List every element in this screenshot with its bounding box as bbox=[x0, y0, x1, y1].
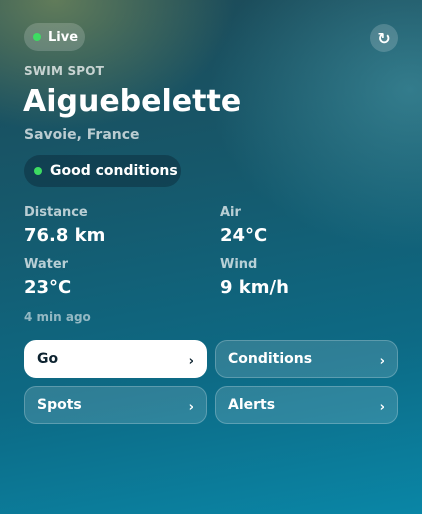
live-label: Live bbox=[48, 29, 79, 45]
alerts-button[interactable]: Alerts › bbox=[215, 386, 398, 424]
go-button-label: Go bbox=[37, 351, 59, 367]
air-label: Air bbox=[220, 205, 241, 220]
wind-value: 9 km/h bbox=[220, 277, 289, 298]
chevron-right-icon: › bbox=[379, 353, 385, 369]
alerts-button-label: Alerts bbox=[228, 397, 276, 413]
conditions-label: Good conditions bbox=[50, 163, 178, 179]
go-button[interactable]: Go › bbox=[24, 340, 207, 378]
last-updated: 4 min ago bbox=[24, 310, 91, 324]
wind-label: Wind bbox=[220, 257, 258, 272]
chevron-right-icon: › bbox=[188, 399, 194, 415]
spots-button-label: Spots bbox=[37, 397, 82, 413]
live-badge: Live bbox=[24, 23, 85, 51]
refresh-button[interactable]: ↻ bbox=[370, 24, 398, 52]
conditions-button-label: Conditions bbox=[228, 351, 313, 367]
air-value: 24°C bbox=[220, 225, 268, 246]
water-value: 23°C bbox=[24, 277, 72, 298]
conditions-status-dot bbox=[34, 167, 42, 175]
spot-name: Aiguebelette bbox=[23, 84, 242, 119]
distance-value: 76.8 km bbox=[24, 225, 106, 246]
chevron-right-icon: › bbox=[379, 399, 385, 415]
chevron-right-icon: › bbox=[188, 353, 194, 369]
live-status-dot bbox=[33, 33, 41, 41]
spots-button[interactable]: Spots › bbox=[24, 386, 207, 424]
conditions-badge: Good conditions bbox=[24, 155, 181, 187]
distance-label: Distance bbox=[24, 205, 88, 220]
swim-spot-card: Live ↻ SWIM SPOT Aiguebelette Savoie, Fr… bbox=[0, 0, 422, 514]
spot-location: Savoie, France bbox=[24, 127, 140, 143]
refresh-icon: ↻ bbox=[377, 28, 391, 48]
section-eyebrow: SWIM SPOT bbox=[24, 64, 105, 78]
water-label: Water bbox=[24, 257, 69, 272]
conditions-button[interactable]: Conditions › bbox=[215, 340, 398, 378]
